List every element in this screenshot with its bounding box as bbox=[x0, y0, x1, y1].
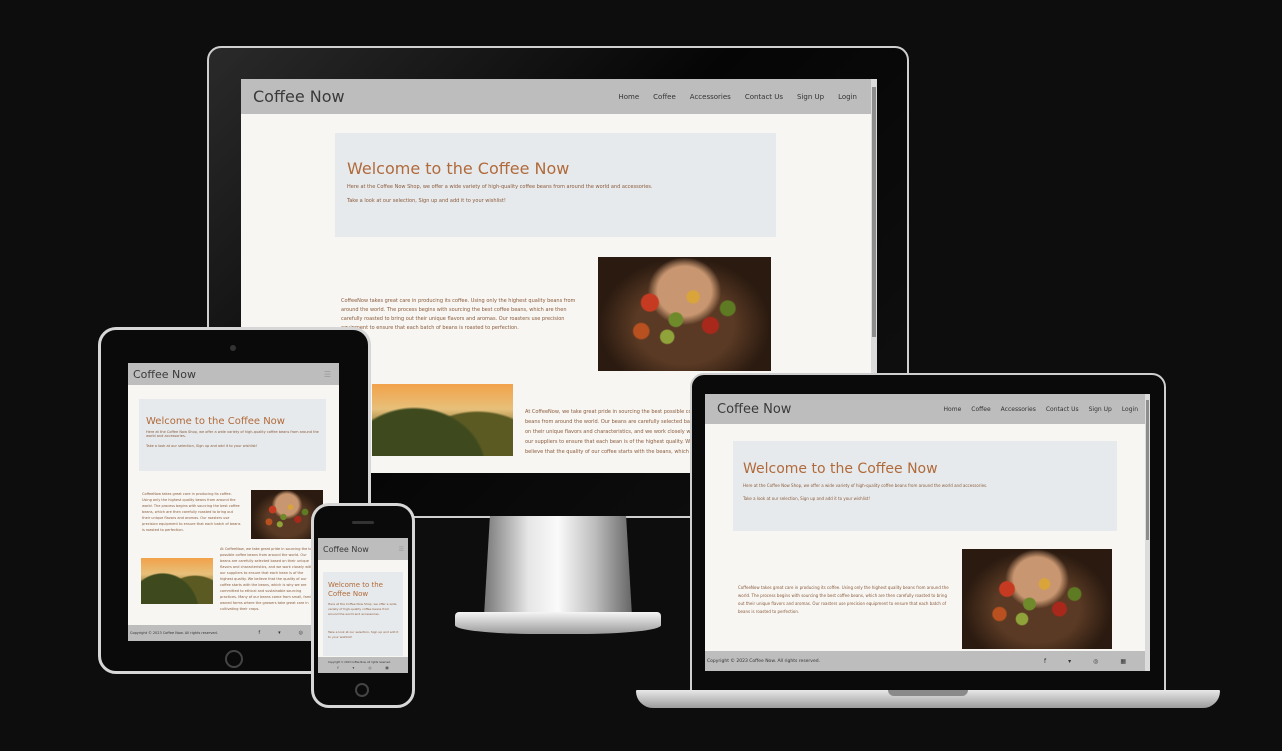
nav-contact[interactable]: Contact Us bbox=[745, 93, 783, 101]
coffee-farm-image bbox=[372, 384, 513, 456]
monitor-stand-base bbox=[455, 612, 661, 634]
coffee-farm-image bbox=[141, 558, 213, 604]
nav-home[interactable]: Home bbox=[619, 93, 640, 101]
about-paragraph: CoffeeNow takes great care in producing … bbox=[142, 492, 241, 532]
hero-text: Here at the Coffee Now Shop, we offer a … bbox=[347, 184, 653, 190]
hero-title: Welcome to the Coffee Now bbox=[347, 159, 570, 178]
hero-section: Welcome to the Coffee Now Here at the Co… bbox=[323, 572, 403, 656]
github-icon[interactable]: ◎ bbox=[1093, 658, 1098, 665]
nav-accessories[interactable]: Accessories bbox=[1001, 406, 1036, 413]
tablet-screen: Coffee Now ☰ Welcome to the Coffee Now H… bbox=[128, 363, 339, 641]
phone-speaker bbox=[352, 521, 374, 524]
sourcing-paragraph: At CoffeeNow, we take great pride in sou… bbox=[525, 409, 701, 455]
facebook-icon[interactable]: f bbox=[1044, 658, 1046, 665]
about-paragraph: CoffeeNow takes great care in producing … bbox=[738, 585, 949, 614]
twitter-icon[interactable]: ▾ bbox=[1068, 658, 1071, 665]
hero-text: Here at the Coffee Now Shop, we offer a … bbox=[328, 602, 397, 616]
navbar: Coffee Now ☰ bbox=[318, 538, 408, 560]
footer: Copyright © 2023 Coffee Now. All rights … bbox=[705, 651, 1150, 671]
hero-cta-text: Take a look at our selection, Sign up an… bbox=[146, 444, 258, 448]
github-icon[interactable]: ◎ bbox=[368, 666, 371, 670]
hero-title-line1: Welcome to the bbox=[328, 581, 383, 589]
linkedin-icon[interactable]: ▦ bbox=[1120, 658, 1126, 665]
hero-text: Here at the Coffee Now Shop, we offer a … bbox=[743, 483, 988, 488]
github-icon[interactable]: ◎ bbox=[299, 630, 303, 636]
footer: Copyright © 2023 Coffee Now. All rights … bbox=[318, 657, 408, 673]
social-links: f ▾ ◎ ▦ bbox=[1044, 658, 1126, 665]
social-links: f ▾ ◎ bbox=[258, 630, 303, 636]
hero-section: Welcome to the Coffee Now Here at the Co… bbox=[335, 133, 776, 237]
hero-section: Welcome to the Coffee Now Here at the Co… bbox=[139, 399, 326, 471]
phone-home-button bbox=[355, 683, 369, 697]
hero-title: Welcome to the Coffee Now bbox=[146, 416, 285, 427]
coffee-beans-image bbox=[962, 549, 1112, 649]
footer-copyright: Copyright © 2023 Coffee Now. All rights … bbox=[130, 631, 218, 635]
nav-signup[interactable]: Sign Up bbox=[1089, 406, 1112, 413]
nav-signup[interactable]: Sign Up bbox=[797, 93, 824, 101]
navbar: Coffee Now Home Coffee Accessories Conta… bbox=[705, 394, 1150, 424]
hero-section: Welcome to the Coffee Now Here at the Co… bbox=[733, 441, 1117, 531]
tablet-home-button bbox=[225, 650, 243, 668]
nav-coffee[interactable]: Coffee bbox=[971, 406, 990, 413]
navbar: Coffee Now ☰ bbox=[128, 363, 339, 385]
footer-copyright: Copyright © 2023 Coffee Now. All rights … bbox=[707, 658, 821, 664]
nav-links: Home Coffee Accessories Contact Us Sign … bbox=[619, 93, 858, 101]
laptop-notch bbox=[888, 690, 968, 696]
hero-title: Welcome to the Coffee Now bbox=[328, 581, 399, 599]
coffee-beans-image bbox=[598, 257, 771, 371]
nav-contact[interactable]: Contact Us bbox=[1046, 406, 1079, 413]
menu-icon[interactable]: ☰ bbox=[324, 370, 331, 379]
brand-logo[interactable]: Coffee Now bbox=[133, 368, 196, 381]
nav-home[interactable]: Home bbox=[944, 406, 962, 413]
scrollbar-thumb[interactable] bbox=[872, 87, 876, 337]
twitter-icon[interactable]: ▾ bbox=[353, 666, 355, 670]
menu-icon[interactable]: ☰ bbox=[399, 546, 404, 553]
phone-screen: Coffee Now ☰ Welcome to the Coffee Now H… bbox=[318, 538, 408, 673]
social-links: f ▾ ◎ ▦ bbox=[337, 666, 388, 670]
scrollbar-thumb[interactable] bbox=[1146, 400, 1149, 540]
brand-logo[interactable]: Coffee Now bbox=[253, 87, 345, 106]
sourcing-paragraph: At CoffeeNow, we take great pride in sou… bbox=[220, 547, 316, 611]
twitter-icon[interactable]: ▾ bbox=[278, 630, 281, 636]
nav-accessories[interactable]: Accessories bbox=[690, 93, 731, 101]
linkedin-icon[interactable]: ▦ bbox=[385, 666, 388, 670]
nav-login[interactable]: Login bbox=[838, 93, 857, 101]
about-paragraph: CoffeeNow takes great care in producing … bbox=[341, 298, 576, 331]
hero-cta-text: Take a look at our selection, Sign up an… bbox=[743, 496, 871, 501]
hero-cta-text: Take a look at our selection, Sign up an… bbox=[347, 198, 506, 204]
hero-text: Here at the Coffee Now Shop, we offer a … bbox=[146, 430, 319, 438]
brand-logo[interactable]: Coffee Now bbox=[717, 402, 791, 417]
nav-login[interactable]: Login bbox=[1122, 406, 1138, 413]
hero-title: Welcome to the Coffee Now bbox=[743, 461, 938, 477]
nav-coffee[interactable]: Coffee bbox=[653, 93, 676, 101]
footer: Copyright © 2023 Coffee Now. All rights … bbox=[128, 625, 339, 641]
tablet-camera bbox=[230, 345, 236, 351]
navbar: Coffee Now Home Coffee Accessories Conta… bbox=[241, 79, 877, 114]
facebook-icon[interactable]: f bbox=[258, 630, 260, 636]
footer-copyright: Copyright © 2023 Coffee Now. All rights … bbox=[328, 660, 391, 664]
laptop-screen: Coffee Now Home Coffee Accessories Conta… bbox=[705, 394, 1150, 671]
nav-links: Home Coffee Accessories Contact Us Sign … bbox=[944, 406, 1138, 413]
monitor-stand bbox=[484, 516, 632, 616]
facebook-icon[interactable]: f bbox=[337, 666, 338, 670]
hero-cta-text: Take a look at our selection, Sign up an… bbox=[328, 630, 399, 639]
hero-title-line2: Coffee Now bbox=[328, 590, 369, 598]
brand-logo[interactable]: Coffee Now bbox=[323, 545, 369, 554]
